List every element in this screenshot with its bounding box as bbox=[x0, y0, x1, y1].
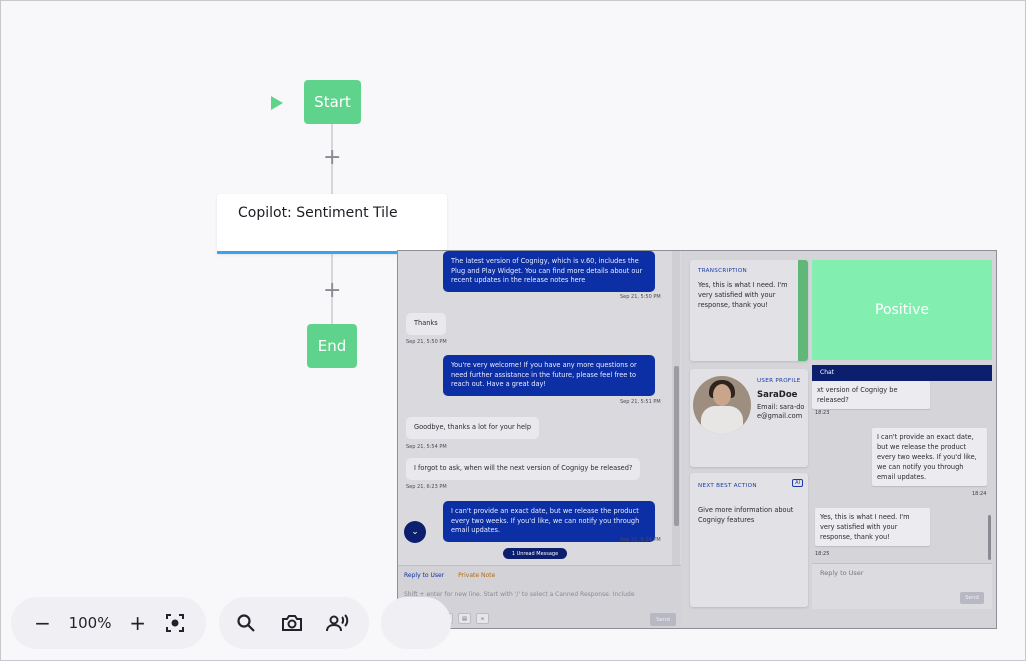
tab-private-note[interactable]: Private Note bbox=[458, 572, 495, 579]
transcription-title: TRANSCRIPTION bbox=[698, 268, 748, 274]
zoom-out-button[interactable]: − bbox=[31, 610, 54, 636]
chat-panel-scrollbar[interactable] bbox=[988, 515, 991, 560]
chat-message-bot: The latest version of Cognigy, which is … bbox=[443, 251, 655, 292]
nba-text: Give more information about Cognigy feat… bbox=[698, 506, 794, 524]
nba-title: NEXT BEST ACTION bbox=[698, 483, 757, 489]
chat-message-user: I forgot to ask, when will the next vers… bbox=[406, 458, 641, 480]
transcription-card: TRANSCRIPTION Yes, this is what I need. … bbox=[690, 260, 808, 361]
chat-column: The latest version of Cognigy, which is … bbox=[398, 251, 681, 628]
toolbar-placeholder bbox=[381, 597, 451, 649]
tile-preview-screenshot: The latest version of Cognigy, which is … bbox=[397, 250, 997, 629]
more-icon[interactable]: ∞ bbox=[476, 613, 489, 624]
chat-panel-time: 18:23 bbox=[815, 410, 830, 416]
node-title: Copilot: Sentiment Tile bbox=[238, 205, 398, 221]
chat-panel-message: xt version of Cognigy be released? bbox=[812, 381, 930, 409]
end-node[interactable]: End bbox=[307, 324, 357, 368]
chat-scroll-thumb[interactable] bbox=[674, 366, 679, 526]
voice-preview-icon[interactable] bbox=[325, 610, 351, 636]
reply-tabs: Reply to User Private Note bbox=[404, 572, 495, 579]
user-profile-card: USER PROFILE SaraDoe Email: sara-doe@gma… bbox=[690, 369, 808, 467]
chat-panel-time: 18:24 bbox=[972, 491, 987, 497]
chat-panel-message: I can't provide an exact date, but we re… bbox=[872, 428, 987, 486]
user-name: SaraDoe bbox=[757, 390, 798, 400]
chat-panel-reply-input[interactable]: Reply to User bbox=[820, 569, 863, 577]
play-icon[interactable] bbox=[271, 96, 283, 110]
zoom-toolbar: − 100% + bbox=[11, 597, 206, 649]
message-time: Sep 21, 5:50 PM bbox=[406, 339, 447, 345]
chat-header: Chat bbox=[812, 365, 992, 381]
profile-title: USER PROFILE bbox=[757, 378, 801, 384]
chat-panel-reply: Reply to User Send bbox=[812, 563, 992, 609]
next-best-action-card: NEXT BEST ACTION AI Give more informatio… bbox=[690, 473, 808, 607]
ai-badge: AI bbox=[792, 479, 803, 487]
add-node-plus-icon[interactable]: + bbox=[323, 147, 341, 169]
center-focus-icon[interactable] bbox=[163, 610, 186, 636]
reply-input[interactable]: Shift + enter for new line. Start with '… bbox=[404, 590, 654, 599]
user-email: Email: sara-doe@gmail.com bbox=[757, 403, 805, 420]
chat-panel-send-button[interactable]: Send bbox=[960, 592, 984, 604]
sentiment-tile: Positive bbox=[812, 260, 992, 360]
add-node-plus-icon[interactable]: + bbox=[323, 280, 341, 302]
search-icon[interactable] bbox=[233, 610, 259, 636]
message-time: Sep 21, 6:23 PM bbox=[406, 484, 447, 490]
chat-panel-time: 18:25 bbox=[815, 551, 830, 557]
message-time: Sep 21, 6:24 PM bbox=[620, 537, 661, 543]
start-label: Start bbox=[314, 93, 351, 111]
message-time: Sep 21, 5:54 PM bbox=[406, 444, 447, 450]
zoom-level: 100% bbox=[68, 614, 112, 632]
copilot-sentiment-tile-node[interactable]: Copilot: Sentiment Tile bbox=[217, 194, 447, 254]
chat-message-user: Goodbye, thanks a lot for your help bbox=[406, 417, 540, 439]
zoom-in-button[interactable]: + bbox=[126, 610, 149, 636]
camera-icon[interactable] bbox=[279, 610, 305, 636]
unread-messages-badge[interactable]: 1 Unread Message bbox=[503, 548, 567, 559]
start-node[interactable]: Start bbox=[304, 80, 361, 124]
avatar bbox=[693, 376, 751, 434]
chat-panel-message: Yes, this is what I need. I'm very satis… bbox=[815, 508, 930, 546]
message-time: Sep 21, 5:51 PM bbox=[620, 399, 661, 405]
chat-messages: The latest version of Cognigy, which is … bbox=[398, 251, 668, 565]
transcription-status-strip bbox=[798, 260, 808, 361]
chat-message-bot: I can't provide an exact date, but we re… bbox=[443, 501, 655, 542]
sentiment-label: Positive bbox=[875, 302, 929, 318]
send-button[interactable]: Send bbox=[650, 613, 676, 626]
end-label: End bbox=[317, 337, 347, 355]
message-time: Sep 21, 5:50 PM bbox=[620, 294, 661, 300]
transcription-text: Yes, this is what I need. I'm very satis… bbox=[698, 281, 788, 309]
document-icon[interactable]: ▤ bbox=[458, 613, 471, 624]
chat-message-user: Thanks bbox=[406, 313, 446, 335]
scroll-down-icon[interactable]: ⌄ bbox=[404, 521, 426, 543]
chat-message-bot: You're very welcome! If you have any mor… bbox=[443, 355, 655, 396]
copilot-chat-panel: Chat xt version of Cognigy be released? … bbox=[812, 365, 992, 628]
tools-toolbar bbox=[219, 597, 369, 649]
tab-reply-to-user[interactable]: Reply to User bbox=[404, 572, 444, 579]
